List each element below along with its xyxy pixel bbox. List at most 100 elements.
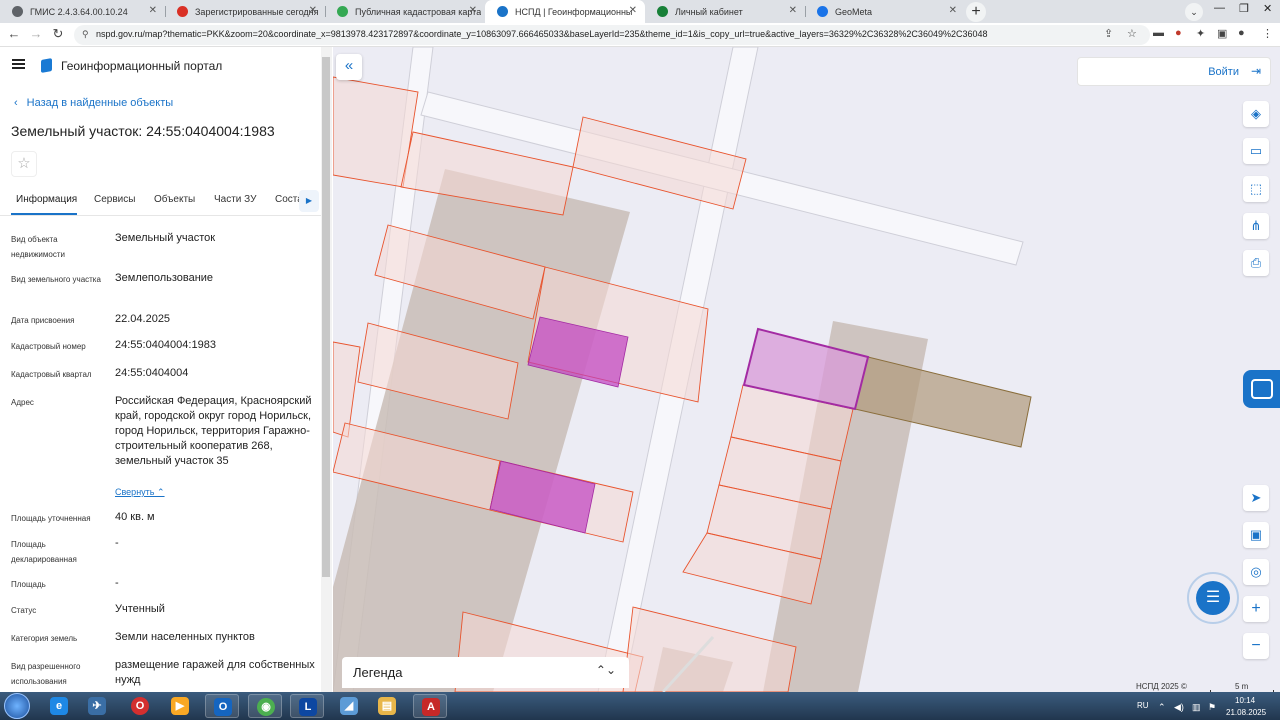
tabs-scroll-right-icon[interactable]: ▶ bbox=[299, 190, 319, 212]
extension-icon[interactable]: ● bbox=[1175, 27, 1182, 39]
tab-close-icon[interactable]: ✕ bbox=[469, 5, 477, 16]
tab-title: Личный кабинет bbox=[675, 6, 743, 17]
taskbar-app-button[interactable]: L bbox=[290, 694, 324, 718]
building bbox=[333, 169, 630, 692]
zoom-out-icon[interactable]: − bbox=[1243, 633, 1269, 659]
portal-logo-icon bbox=[41, 58, 52, 73]
chrome-icon: ◉ bbox=[257, 698, 275, 716]
puzzle-icon[interactable]: ✦ bbox=[1196, 27, 1205, 40]
login-button[interactable]: Войти ⇥ bbox=[1077, 57, 1271, 86]
lock-icon[interactable]: ⚲ bbox=[82, 29, 89, 40]
browser-tab[interactable]: Зарегистрированные сегодня ✕ bbox=[165, 0, 325, 23]
panel-scrollbar-thumb[interactable] bbox=[322, 57, 330, 577]
tab-favicon-icon bbox=[817, 6, 828, 17]
bookmark-star-icon[interactable]: ☆ bbox=[1127, 27, 1137, 40]
property-value: - bbox=[115, 577, 119, 589]
share-icon[interactable]: ⇪ bbox=[1104, 27, 1113, 40]
object-info-panel: Геоинформационный портал ‹ Назад в найден… bbox=[0, 47, 333, 692]
zoom-in-icon[interactable]: + bbox=[1243, 596, 1269, 622]
property-label: Кадастровый квартал bbox=[11, 370, 92, 379]
clock-date[interactable]: 21.08.2025 bbox=[1226, 708, 1266, 717]
tab-favicon-icon bbox=[177, 6, 188, 17]
browser-tab[interactable]: Личный кабинет ✕ bbox=[645, 0, 805, 23]
property-label: Вид земельного участка bbox=[11, 275, 101, 284]
location-pin-icon[interactable]: ◎ bbox=[1243, 559, 1269, 585]
taskbar: e ✈ O ▶ O ◉ L ◢ ▤ A bbox=[0, 692, 1280, 720]
tab-close-icon[interactable]: ✕ bbox=[789, 5, 797, 16]
chevron-left-icon: ‹ bbox=[14, 97, 18, 109]
reload-icon[interactable]: ↻ bbox=[50, 26, 66, 42]
layers-icon[interactable]: ◈ bbox=[1243, 101, 1269, 127]
chat-button[interactable]: ☰ bbox=[1187, 572, 1239, 624]
volume-icon[interactable]: ◀) bbox=[1174, 702, 1184, 713]
property-label: Кадастровый номер bbox=[11, 342, 86, 351]
language-indicator[interactable]: RU bbox=[1137, 701, 1149, 710]
tab-parts[interactable]: Части ЗУ bbox=[214, 194, 256, 205]
browser-tab[interactable]: ГМИС 2.4.3.64.00.10.24 ✕ bbox=[0, 0, 165, 23]
tab-title: GeoMeta bbox=[835, 6, 873, 17]
start-button-icon[interactable] bbox=[4, 693, 30, 719]
browser-tab-active[interactable]: НСПД | Геоинформационный п ✕ bbox=[485, 0, 645, 23]
property-value: 24:55:0404004:1983 bbox=[115, 339, 216, 351]
maximize-icon[interactable]: ❐ bbox=[1239, 2, 1249, 15]
clock-time[interactable]: 10:14 bbox=[1235, 696, 1255, 705]
minimap-icon[interactable]: ▣ bbox=[1243, 522, 1269, 548]
internet-explorer-icon: e bbox=[50, 697, 68, 715]
browser-tab[interactable]: Публичная кадастровая карта ✕ bbox=[325, 0, 485, 23]
tab-search-icon[interactable]: ⌄ bbox=[1185, 3, 1203, 21]
tab-close-icon[interactable]: ✕ bbox=[629, 5, 637, 16]
legend-panel[interactable]: Легенда ⌃⌄ bbox=[342, 657, 629, 688]
favorite-star-icon[interactable]: ☆ bbox=[11, 151, 37, 177]
print-icon[interactable]: ⎙ bbox=[1243, 250, 1269, 276]
browser-tab[interactable]: GeoMeta ✕ bbox=[805, 0, 965, 23]
login-label: Войти bbox=[1208, 66, 1239, 78]
tab-information[interactable]: Информация bbox=[16, 194, 77, 205]
taskbar-app-button[interactable]: O bbox=[205, 694, 239, 718]
login-arrow-icon: ⇥ bbox=[1250, 64, 1261, 78]
flag-icon[interactable]: ⚑ bbox=[1208, 702, 1216, 713]
property-value: - bbox=[115, 537, 119, 549]
new-tab-button[interactable]: + bbox=[966, 2, 986, 22]
feedback-tab[interactable] bbox=[1243, 370, 1280, 408]
taskbar-app-button[interactable]: O bbox=[123, 694, 157, 718]
back-to-results-link[interactable]: ‹ Назад в найденные объекты bbox=[14, 97, 173, 109]
ruler-icon[interactable]: ▭ bbox=[1243, 138, 1269, 164]
area-select-icon[interactable]: ⬚ bbox=[1243, 176, 1269, 202]
menu-icon[interactable] bbox=[12, 59, 25, 69]
taskbar-app-button[interactable]: ▶ bbox=[163, 694, 197, 718]
taskbar-app-button[interactable]: ✈ bbox=[80, 694, 114, 718]
legend-label: Легенда bbox=[353, 665, 403, 680]
map-canvas[interactable] bbox=[333, 47, 1280, 692]
property-value: размещение гаражей для собственных нужд bbox=[115, 659, 315, 686]
tab-close-icon[interactable]: ✕ bbox=[309, 5, 317, 16]
menu-kebab-icon[interactable]: ⋮ bbox=[1262, 27, 1273, 40]
tab-close-icon[interactable]: ✕ bbox=[149, 5, 157, 16]
share-link-icon[interactable]: ⋔ bbox=[1243, 213, 1269, 239]
tab-close-icon[interactable]: ✕ bbox=[949, 5, 957, 16]
geolocation-icon[interactable]: ➤ bbox=[1243, 485, 1269, 511]
pdf-reader-icon: A bbox=[422, 698, 440, 716]
collapse-panel-button[interactable]: « bbox=[336, 54, 362, 80]
address-bar[interactable]: ⚲ nspd.gov.ru/map?thematic=PKK&zoom=20&c… bbox=[74, 25, 1150, 45]
tab-favicon-icon bbox=[337, 6, 348, 17]
back-arrow-icon[interactable]: ← bbox=[6, 26, 22, 41]
tray-arrow-icon[interactable]: ⌃ bbox=[1158, 702, 1166, 713]
tab-objects[interactable]: Объекты bbox=[154, 194, 195, 205]
property-value: Землепользование bbox=[115, 272, 214, 284]
taskbar-app-button[interactable]: ▤ bbox=[370, 694, 404, 718]
forward-arrow-icon[interactable]: → bbox=[28, 26, 44, 41]
sidebar-icon[interactable]: ▣ bbox=[1217, 27, 1227, 40]
minimize-icon[interactable]: — bbox=[1214, 2, 1225, 14]
network-icon[interactable]: ▥ bbox=[1192, 702, 1201, 713]
close-window-icon[interactable]: ✕ bbox=[1263, 2, 1272, 15]
profile-icon[interactable]: ● bbox=[1238, 27, 1245, 39]
tab-services[interactable]: Сервисы bbox=[94, 194, 135, 205]
taskbar-app-button[interactable]: ◉ bbox=[248, 694, 282, 718]
collapse-link[interactable]: Свернуть ⌃ bbox=[115, 487, 165, 498]
extension-icon[interactable]: ▬ bbox=[1153, 27, 1164, 39]
url-text[interactable]: nspd.gov.ru/map?thematic=PKK&zoom=20&coo… bbox=[96, 29, 1096, 39]
taskbar-app-button[interactable]: ◢ bbox=[332, 694, 366, 718]
expand-collapse-icon[interactable]: ⌃⌄ bbox=[596, 663, 616, 677]
taskbar-app-button[interactable]: A bbox=[413, 694, 447, 718]
taskbar-app-button[interactable]: e bbox=[42, 694, 76, 718]
